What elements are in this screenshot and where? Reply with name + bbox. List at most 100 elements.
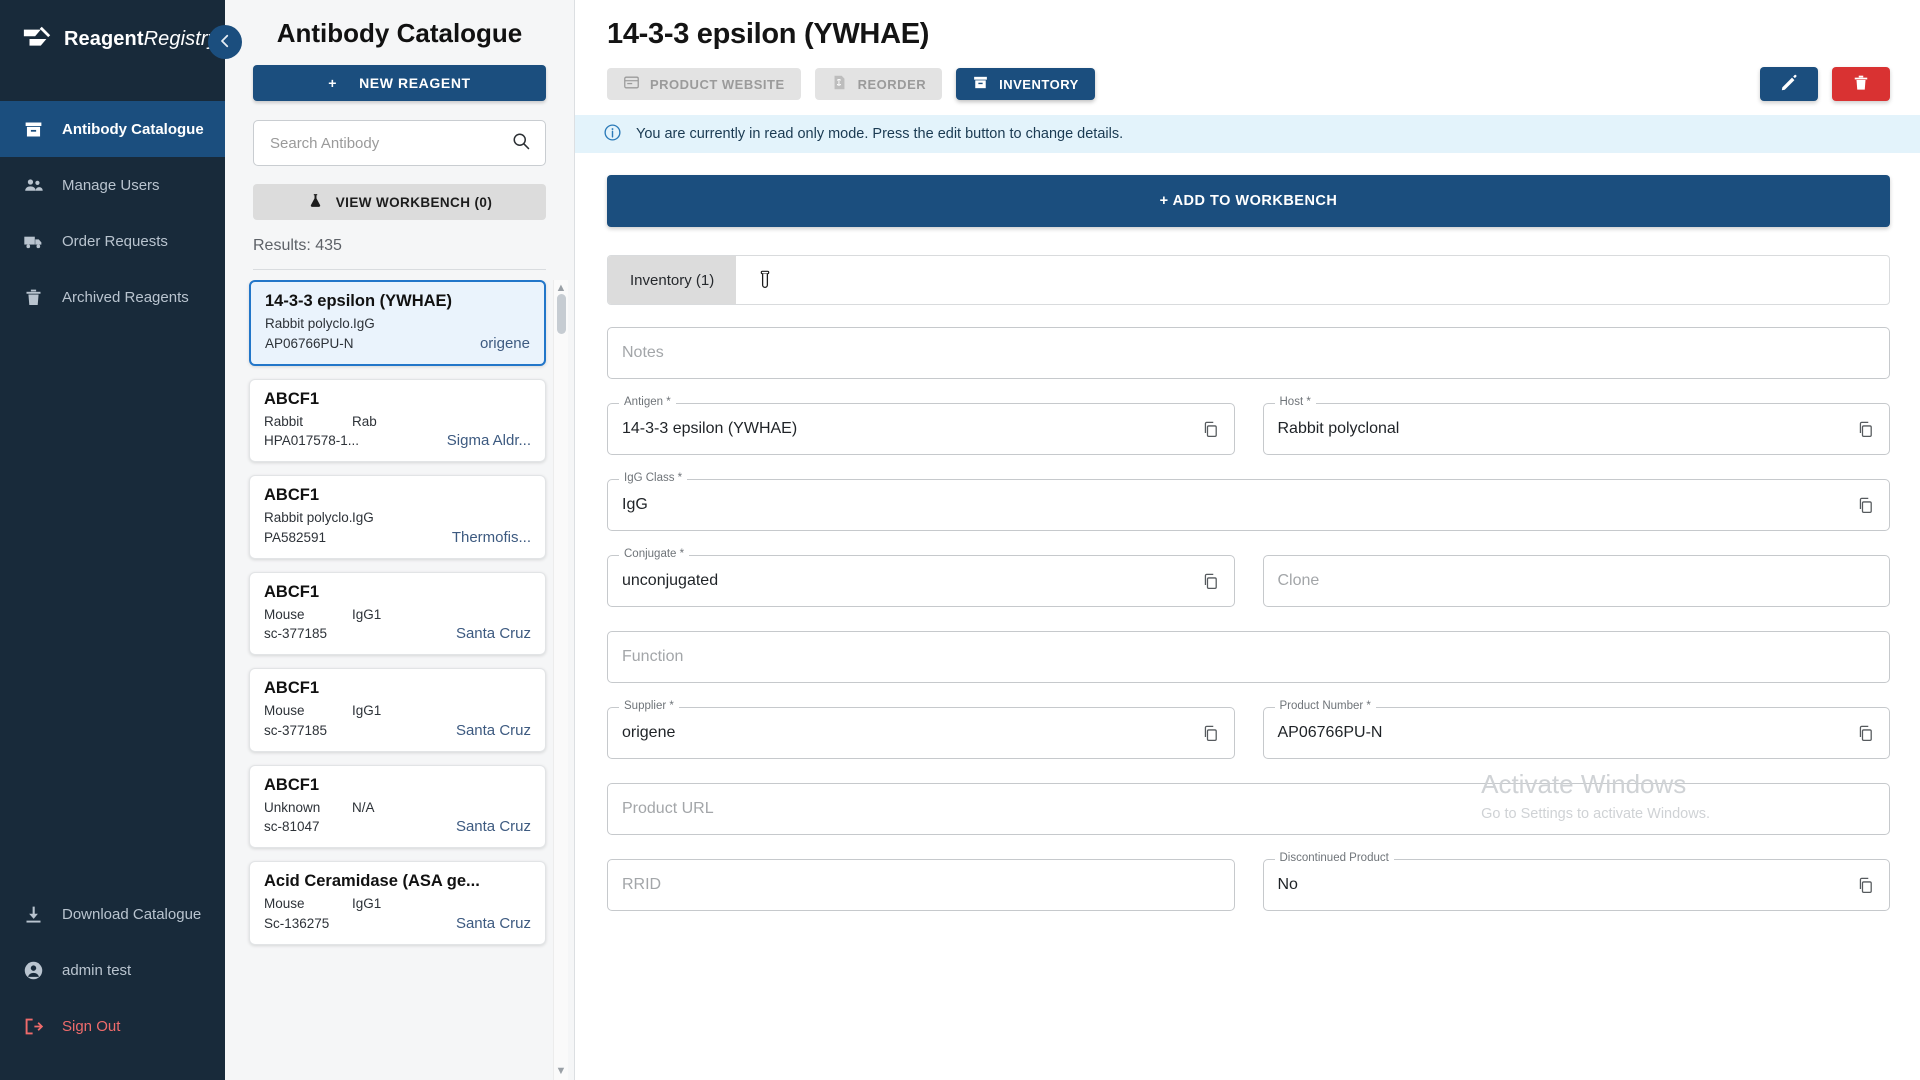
edit-button[interactable] xyxy=(1760,67,1818,101)
sidebar-item-archived-reagents[interactable]: Archived Reagents xyxy=(0,269,225,325)
catalogue-header: Antibody Catalogue + NEW REAGENT VIEW WO… xyxy=(225,0,574,270)
search-input[interactable] xyxy=(268,133,511,153)
sidebar-item-antibody-catalogue[interactable]: Antibody Catalogue xyxy=(0,101,225,157)
read-only-banner: You are currently in read only mode. Pre… xyxy=(575,115,1920,153)
brand-name: ReagentRegistry xyxy=(64,28,218,51)
read-only-message: You are currently in read only mode. Pre… xyxy=(636,126,1124,142)
list-item-supplier: Santa Cruz xyxy=(455,625,531,643)
antigen-label: Antigen * xyxy=(619,396,676,408)
list-item-host: Mouse xyxy=(264,896,305,912)
sidebar-item-sign-out[interactable]: Sign Out xyxy=(0,998,225,1054)
sidebar-item-account[interactable]: admin test xyxy=(0,942,225,998)
antigen-field[interactable]: Antigen * 14-3-3 epsilon (YWHAE) xyxy=(607,396,1235,455)
conjugate-value: unconjugated xyxy=(622,572,719,589)
discontinued-field[interactable]: Discontinued Product No xyxy=(1262,852,1890,911)
product-number-field[interactable]: Product Number * AP06766PU-N xyxy=(1262,700,1890,759)
list-item-name: Acid Ceramidase (ASA ge... xyxy=(264,872,480,891)
rrid-field[interactable]: RRID xyxy=(607,859,1235,911)
pencil-icon xyxy=(1779,73,1799,96)
sidebar-item-label: Archived Reagents xyxy=(62,288,189,306)
list-item[interactable]: Acid Ceramidase (ASA ge... Mouse IgG1 Sc-… xyxy=(249,861,546,945)
new-reagent-button[interactable]: + NEW REAGENT xyxy=(253,65,546,101)
igg-class-field[interactable]: IgG Class * IgG xyxy=(607,472,1890,531)
sidebar-item-manage-users[interactable]: Manage Users xyxy=(0,157,225,213)
copy-icon[interactable] xyxy=(1201,724,1220,743)
add-to-workbench-button[interactable]: + ADD TO WORKBENCH xyxy=(607,175,1890,227)
copy-icon[interactable] xyxy=(1856,724,1875,743)
list-item-host: Rabbit xyxy=(264,413,304,429)
list-item[interactable]: ABCF1 Mouse IgG1 sc-377185 Santa Cruz xyxy=(249,668,546,752)
conjugate-field[interactable]: Conjugate * unconjugated xyxy=(607,548,1235,607)
clone-field[interactable]: Clone xyxy=(1262,555,1890,607)
list-item-igg: IgG1 xyxy=(352,896,382,912)
sidebar-item-label: Download Catalogue xyxy=(62,905,202,923)
list-item-host: Rabbit polyclo... xyxy=(265,316,353,331)
list-item-igg: N/A xyxy=(352,799,375,815)
copy-icon[interactable] xyxy=(1201,420,1220,439)
notes-field[interactable]: Notes xyxy=(607,327,1890,379)
list-item[interactable]: ABCF1 Mouse IgG1 sc-377185 Santa Cruz xyxy=(249,571,546,656)
search-icon[interactable] xyxy=(511,131,531,156)
sidebar-collapse-button[interactable] xyxy=(208,25,242,59)
trash-icon xyxy=(1851,73,1871,96)
list-item[interactable]: ABCF1 Unknown N/A sc-81047 Santa Cruz xyxy=(249,764,546,849)
clone-placeholder: Clone xyxy=(1277,572,1320,589)
product-website-button[interactable]: PRODUCT WEBSITE xyxy=(607,68,801,100)
detail-action-row: PRODUCT WEBSITE REORDER INVENTORY xyxy=(607,67,1890,101)
copy-icon[interactable] xyxy=(1856,876,1875,895)
delete-button[interactable] xyxy=(1832,67,1890,101)
detail-body: + ADD TO WORKBENCH Inventory (1) Notes A… xyxy=(575,153,1920,911)
test-tube-icon[interactable] xyxy=(736,256,794,304)
list-item[interactable]: 14-3-3 epsilon (YWHAE) Rabbit polyclo...… xyxy=(249,280,546,366)
sidebar-item-label: Manage Users xyxy=(62,176,160,194)
conjugate-label: Conjugate * xyxy=(619,548,690,560)
list-item-supplier: Santa Cruz xyxy=(455,914,531,932)
sidebar-item-download-catalogue[interactable]: Download Catalogue xyxy=(0,886,225,942)
inventory-label: INVENTORY xyxy=(999,76,1079,92)
list-item-name: 14-3-3 epsilon (YWHAE) xyxy=(265,292,453,310)
catalogue-panel: Antibody Catalogue + NEW REAGENT VIEW WO… xyxy=(225,0,575,1080)
search-box[interactable] xyxy=(253,120,546,166)
host-label: Host * xyxy=(1274,396,1316,408)
view-workbench-label: VIEW WORKBENCH (0) xyxy=(335,194,493,210)
trash-icon xyxy=(22,286,44,308)
host-value: Rabbit polyclonal xyxy=(1277,420,1400,437)
list-item-product-number: HPA017578-1... xyxy=(264,433,360,449)
product-url-row: Product URL xyxy=(607,783,1890,835)
list-item[interactable]: ABCF1 Rabbit polyclo... IgG PA582591 Therm… xyxy=(249,475,546,559)
copy-icon[interactable] xyxy=(1201,572,1220,591)
function-placeholder: Function xyxy=(622,648,684,665)
scrollbar-thumb[interactable] xyxy=(557,294,566,334)
view-workbench-button[interactable]: VIEW WORKBENCH (0) xyxy=(253,184,546,220)
list-item-igg: Rab xyxy=(352,413,377,429)
inventory-tabbar: Inventory (1) xyxy=(607,255,1890,305)
sidebar-item-label: Antibody Catalogue xyxy=(62,120,204,138)
list-scrollbar[interactable]: ▲ ▼ xyxy=(553,280,568,1080)
tab-inventory[interactable]: Inventory (1) xyxy=(608,256,737,304)
detail-icon-actions xyxy=(1760,67,1890,101)
inventory-button[interactable]: INVENTORY xyxy=(956,68,1095,100)
supplier-field[interactable]: Supplier * origene xyxy=(607,700,1235,759)
igg-class-row: IgG Class * IgG xyxy=(607,472,1890,531)
scroll-down-arrow-icon[interactable]: ▼ xyxy=(556,1063,567,1080)
list-item-product-number: AP06766PU-N xyxy=(265,335,354,351)
reagent-list: 14-3-3 epsilon (YWHAE) Rabbit polyclo...… xyxy=(225,280,574,1080)
list-item-supplier: Thermofis... xyxy=(451,528,531,546)
app-root: ReagentRegistry Antibody Catalogue Manag… xyxy=(0,0,1920,1080)
sidebar-item-order-requests[interactable]: Order Requests xyxy=(0,213,225,269)
function-field[interactable]: Function xyxy=(607,631,1890,683)
product-url-field[interactable]: Product URL xyxy=(607,783,1890,835)
list-item[interactable]: ABCF1 Rabbit Rab HPA017578-1... Sigma Aldr… xyxy=(249,378,546,463)
reorder-button[interactable]: REORDER xyxy=(814,68,943,100)
host-field[interactable]: Host * Rabbit polyclonal xyxy=(1262,396,1890,455)
invoice-icon xyxy=(831,74,848,94)
list-item-name: ABCF1 xyxy=(264,389,320,408)
sidebar-bottom-nav: Download Catalogue admin test Sign Out xyxy=(0,886,225,1080)
reorder-label: REORDER xyxy=(857,76,927,92)
copy-icon[interactable] xyxy=(1856,496,1875,515)
copy-icon[interactable] xyxy=(1856,420,1875,439)
brand-logo: ReagentRegistry xyxy=(0,0,225,78)
account-icon xyxy=(22,959,44,981)
sidebar-item-label: Order Requests xyxy=(62,232,168,250)
brand-name-italic: Registry xyxy=(143,27,218,50)
